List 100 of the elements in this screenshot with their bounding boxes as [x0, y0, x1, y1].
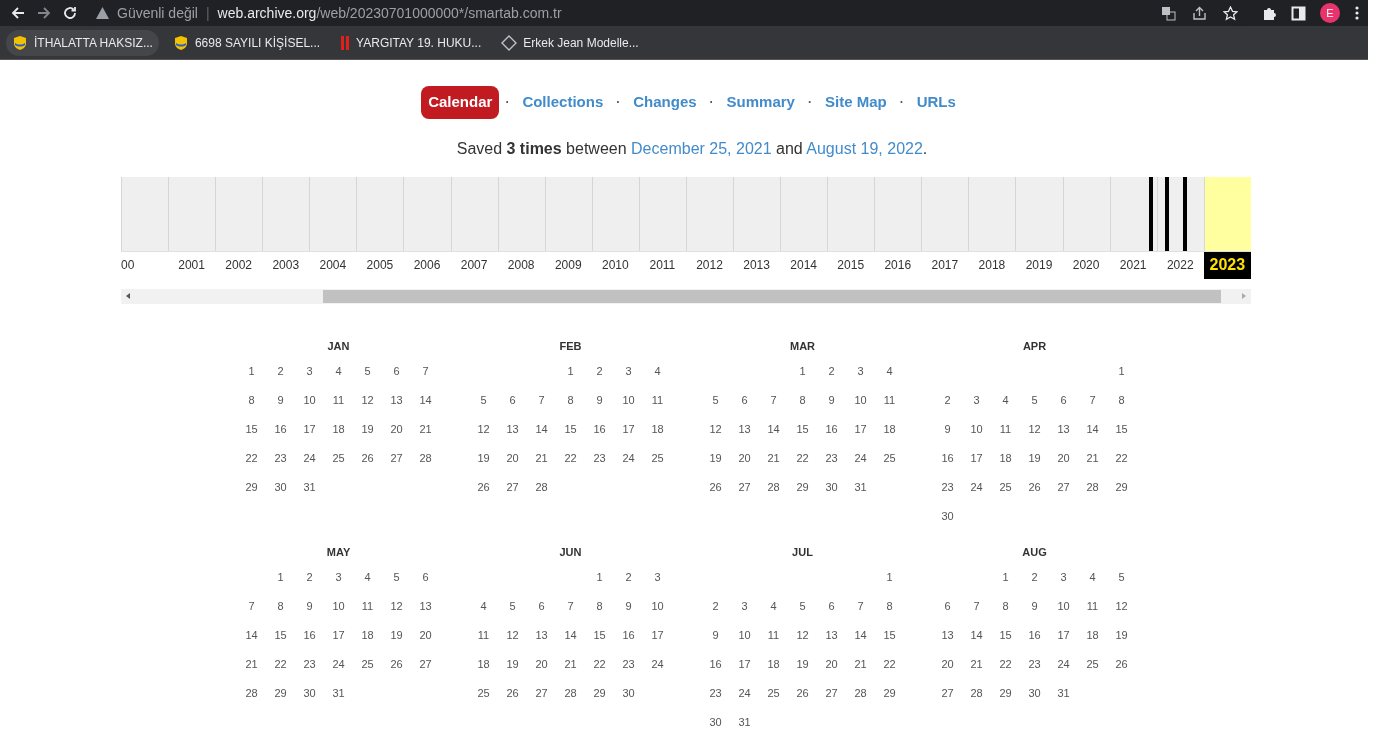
day-number: 12 — [1027, 421, 1042, 437]
year-label[interactable]: 2004 — [309, 251, 357, 279]
date-link[interactable]: August 19, 2022 — [806, 139, 923, 157]
year-label[interactable]: 2012 — [685, 251, 733, 279]
year-label[interactable]: 2018 — [968, 251, 1016, 279]
day-number: 25 — [650, 450, 665, 466]
year-label[interactable]: 2011 — [638, 251, 686, 279]
bookmark[interactable]: Erkek Jean Modelle... — [495, 29, 645, 56]
year-label[interactable]: 2020 — [1062, 251, 1110, 279]
year-label[interactable]: 2021 — [1109, 251, 1157, 279]
month-name: FEB — [558, 338, 583, 354]
day-number: 15 — [563, 421, 578, 437]
nav-tab[interactable]: Collections — [515, 86, 611, 119]
day-number: 30 — [940, 508, 955, 524]
day-number: 28 — [853, 685, 868, 701]
day-number: 19 — [360, 421, 375, 437]
bookmark[interactable]: 6698 SAYILI KİŞİSEL... — [166, 29, 327, 56]
year-label[interactable]: 2005 — [356, 251, 404, 279]
day-number: 7 — [421, 363, 430, 379]
year-label[interactable]: 2015 — [827, 251, 875, 279]
day-number: 28 — [563, 685, 578, 701]
year-column[interactable] — [1109, 176, 1157, 251]
bookmark[interactable]: YARGITAY 19. HUKU... — [334, 29, 488, 56]
day-number: 19 — [389, 627, 404, 643]
day-number: 16 — [824, 421, 839, 437]
day-number: 29 — [795, 479, 810, 495]
nav-tab[interactable]: URLs — [909, 86, 963, 119]
day-number: 19 — [1027, 450, 1042, 466]
year-label[interactable]: 00 — [121, 251, 169, 279]
date-link[interactable]: December 25, 2021 — [631, 139, 772, 157]
day-number: 3 — [305, 363, 314, 379]
day-number: 13 — [505, 421, 520, 437]
year-label[interactable]: 2023 — [1203, 251, 1251, 279]
day-number: 16 — [621, 627, 636, 643]
year-label[interactable]: 2022 — [1156, 251, 1204, 279]
day-number: 26 — [505, 685, 520, 701]
profile-avatar[interactable]: E — [1320, 3, 1340, 23]
nav-tab[interactable]: Changes — [626, 86, 704, 119]
separator-dot: · — [807, 94, 812, 112]
year-label[interactable]: 2001 — [168, 251, 216, 279]
day-number: 26 — [476, 479, 491, 495]
day-number: 9 — [595, 392, 604, 408]
menu-icon[interactable] — [1354, 5, 1360, 21]
day-number: 12 — [708, 421, 723, 437]
nav-tab[interactable]: Calendar — [421, 86, 500, 119]
bookmark[interactable]: İTHALATTA HAKSIZ... — [6, 29, 159, 56]
share-icon[interactable] — [1192, 5, 1207, 21]
nav-tab[interactable]: Site Map — [817, 86, 894, 119]
day-number: 27 — [418, 656, 433, 672]
puzzle-icon[interactable] — [1262, 5, 1277, 21]
day-number: 21 — [563, 656, 578, 672]
side-panel-icon[interactable] — [1291, 5, 1306, 21]
day-number: 11 — [882, 392, 897, 408]
day-number: 19 — [1114, 627, 1129, 643]
day-number: 16 — [273, 421, 288, 437]
day-number: 12 — [476, 421, 491, 437]
year-label[interactable]: 2019 — [1015, 251, 1063, 279]
year-label[interactable]: 2013 — [733, 251, 781, 279]
year-label[interactable]: 2010 — [591, 251, 639, 279]
day-number: 5 — [1117, 569, 1126, 585]
day-number: 13 — [1056, 421, 1071, 437]
day-number: 9 — [276, 392, 285, 408]
day-number: 10 — [302, 392, 317, 408]
scrollbar-thumb[interactable] — [323, 289, 1221, 303]
day-number: 4 — [334, 363, 343, 379]
year-column[interactable] — [1156, 176, 1204, 251]
nav-tab[interactable]: Summary — [719, 86, 802, 119]
day-number: 13 — [737, 421, 752, 437]
day-number: 27 — [737, 479, 752, 495]
day-number: 2 — [595, 363, 604, 379]
day-number: 31 — [853, 479, 868, 495]
day-number: 30 — [273, 479, 288, 495]
timeline-scrollbar[interactable] — [121, 288, 1251, 304]
year-label[interactable]: 2014 — [780, 251, 828, 279]
day-number: 7 — [1088, 392, 1097, 408]
day-number: 20 — [1056, 450, 1071, 466]
year-label[interactable]: 2016 — [874, 251, 922, 279]
day-number: 21 — [969, 656, 984, 672]
day-number: 16 — [302, 627, 317, 643]
year-label[interactable]: 2007 — [450, 251, 498, 279]
day-number: 17 — [737, 656, 752, 672]
day-number: 26 — [1114, 656, 1129, 672]
day-number: 10 — [853, 392, 868, 408]
year-label[interactable]: 2002 — [215, 251, 263, 279]
year-label[interactable]: 2017 — [921, 251, 969, 279]
year-label[interactable]: 2009 — [544, 251, 592, 279]
day-number: 19 — [505, 656, 520, 672]
day-number: 13 — [534, 627, 549, 643]
day-number: 8 — [276, 598, 285, 614]
year-label[interactable]: 2006 — [403, 251, 451, 279]
star-icon[interactable] — [1223, 5, 1238, 21]
day-number: 3 — [1059, 569, 1068, 585]
day-number: 6 — [740, 392, 749, 408]
year-label[interactable]: 2008 — [497, 251, 545, 279]
year-label[interactable]: 2003 — [262, 251, 310, 279]
day-number: 15 — [244, 421, 259, 437]
day-number: 20 — [824, 656, 839, 672]
day-number: 27 — [534, 685, 549, 701]
translate-icon[interactable] — [1161, 5, 1176, 21]
day-number: 8 — [595, 598, 604, 614]
